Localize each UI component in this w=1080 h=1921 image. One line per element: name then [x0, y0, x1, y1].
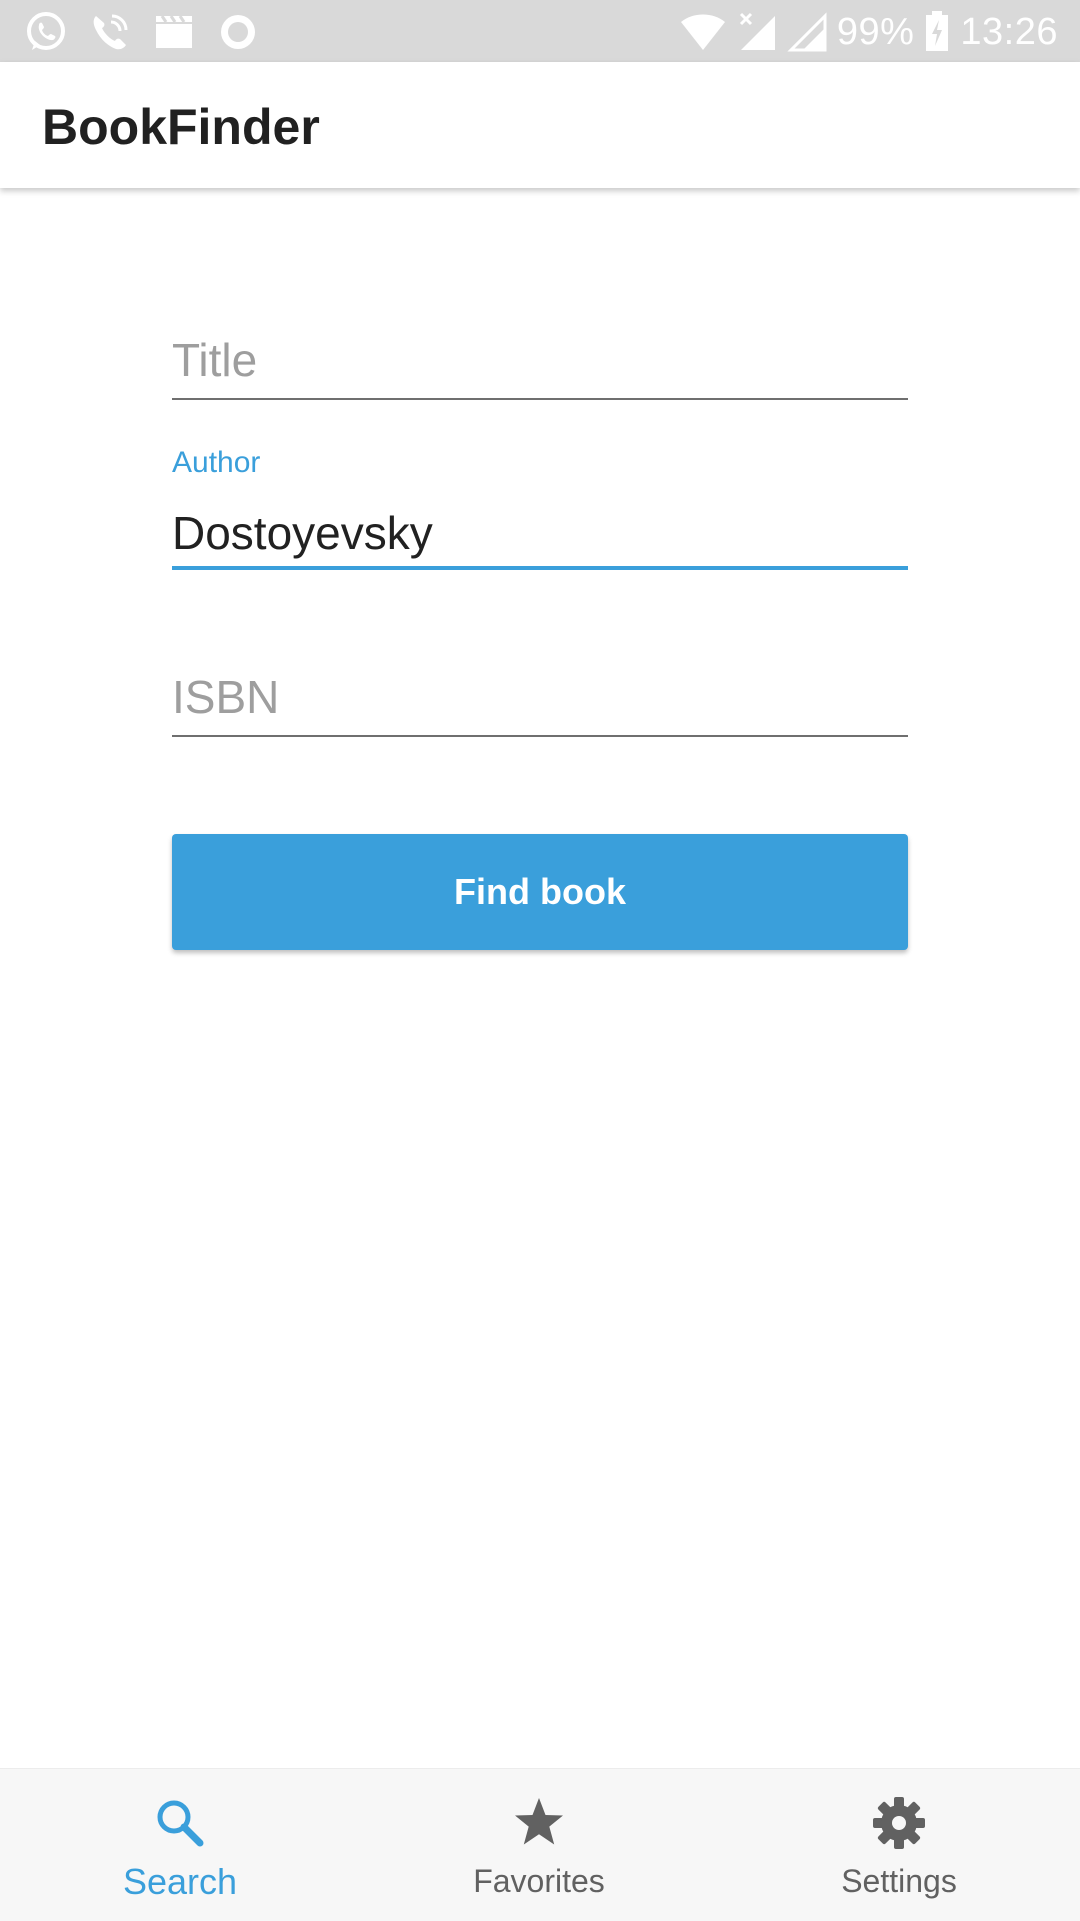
battery-percentage: 99%	[836, 10, 915, 53]
author-input[interactable]	[172, 504, 908, 562]
battery-charging-icon	[924, 11, 950, 53]
isbn-input[interactable]	[172, 667, 908, 727]
whatsapp-icon	[24, 10, 68, 54]
status-system-icons: 99% 13:26	[679, 10, 1058, 54]
status-bar: 99% 13:26	[0, 0, 1080, 62]
author-label: Author	[172, 446, 261, 479]
app-title: BookFinder	[42, 99, 320, 155]
isbn-field	[172, 655, 908, 737]
phone-call-icon	[88, 10, 132, 54]
wifi-icon	[679, 12, 727, 52]
title-input[interactable]	[172, 330, 908, 390]
nav-item-settings[interactable]: Settings	[749, 1769, 1049, 1921]
nav-label-search: Search	[122, 1861, 238, 1902]
bottom-navigation: Search Favorites Settings	[0, 1768, 1080, 1921]
status-notification-icons	[24, 10, 260, 54]
author-underline	[172, 566, 908, 570]
find-book-button[interactable]: Find book	[172, 834, 908, 950]
nav-item-search[interactable]: Search	[30, 1769, 330, 1921]
signal-icon	[787, 12, 827, 52]
status-time: 13:26	[960, 10, 1058, 53]
title-underline	[172, 398, 908, 400]
nav-item-favorites[interactable]: Favorites	[389, 1769, 689, 1921]
app-bar: BookFinder	[0, 62, 1080, 188]
star-icon	[511, 1795, 567, 1851]
title-field	[172, 320, 908, 400]
search-form: Author	[172, 320, 908, 737]
signal-no-data-icon	[737, 12, 777, 52]
search-icon	[152, 1795, 208, 1851]
clapperboard-icon	[152, 10, 196, 54]
record-icon	[216, 10, 260, 54]
author-field: Author	[172, 446, 908, 570]
nav-label-favorites: Favorites	[473, 1863, 605, 1899]
gear-icon	[871, 1795, 927, 1851]
nav-label-settings: Settings	[841, 1863, 957, 1899]
isbn-underline	[172, 735, 908, 737]
